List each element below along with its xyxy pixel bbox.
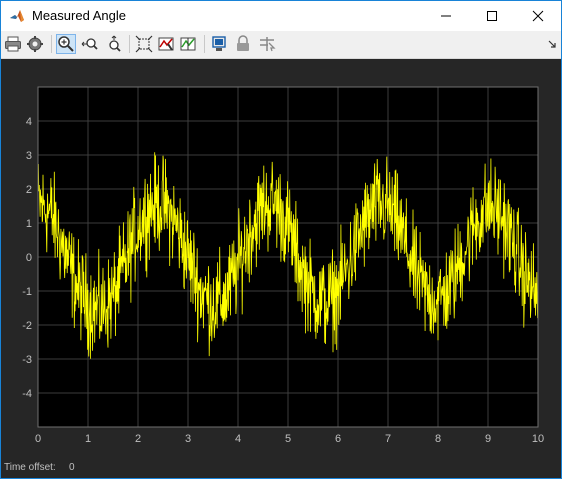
scope-plot[interactable]: 0 1 2 3 4 5 6 7 8 9 1043210-1-2-3-4 [1, 59, 561, 458]
signal-selector-icon [260, 37, 276, 52]
y-tick-label: 0 [26, 252, 32, 264]
y-tick-label: 2 [26, 184, 32, 196]
close-button[interactable] [515, 1, 561, 31]
y-tick-label: 3 [26, 150, 32, 162]
y-tick-label: 4 [26, 116, 32, 128]
zoom-x-icon [81, 38, 98, 50]
print-icon [5, 36, 21, 52]
maximize-icon [487, 11, 497, 21]
zoom-x-button[interactable] [80, 34, 100, 54]
zoom-y-icon [109, 35, 121, 52]
y-tick-label: -3 [22, 354, 32, 366]
minimize-icon [441, 15, 451, 17]
minimize-button[interactable] [423, 1, 469, 31]
y-tick-label: -2 [22, 320, 32, 332]
time-offset-value: 0 [69, 462, 75, 473]
triggers-icon [158, 37, 174, 51]
highlight-simulink-block-icon [212, 36, 226, 51]
signal-selector-button[interactable] [257, 34, 277, 54]
x-tick-label: 6 [335, 433, 341, 445]
x-tick-label: 4 [235, 433, 241, 445]
x-tick-label: 8 [435, 433, 441, 445]
close-icon [532, 10, 544, 22]
settings-button[interactable] [25, 34, 45, 54]
x-tick-label: 7 [385, 433, 391, 445]
x-tick-label: 9 [485, 433, 491, 445]
lock-button[interactable] [233, 34, 253, 54]
toolbar-separator [51, 35, 52, 53]
y-tick-label: 1 [26, 218, 32, 230]
scale-axes-button[interactable] [134, 34, 154, 54]
title-bar[interactable]: Measured Angle [1, 1, 561, 31]
toolbar [1, 31, 561, 59]
status-bar: Time offset: 0 [1, 458, 561, 478]
y-tick-label: -1 [22, 286, 32, 298]
highlight-simulink-block-button[interactable] [209, 34, 229, 54]
x-tick-label: 5 [285, 433, 291, 445]
scale-axes-icon [135, 35, 153, 53]
dock-arrow-icon [548, 40, 556, 48]
x-tick-label: 10 [532, 433, 544, 445]
window-title: Measured Angle [32, 8, 126, 23]
maximize-button[interactable] [469, 1, 515, 31]
x-tick-label: 3 [185, 433, 191, 445]
cursor-measurements-button[interactable] [178, 34, 198, 54]
print-button[interactable] [3, 34, 23, 54]
x-tick-label: 0 [35, 433, 41, 445]
toolbar-separator [129, 35, 130, 53]
triggers-button[interactable] [156, 34, 176, 54]
settings-icon [27, 36, 43, 52]
y-tick-label: -4 [22, 388, 32, 400]
x-tick-label: 2 [135, 433, 141, 445]
x-tick-label: 1 [85, 433, 91, 445]
lock-icon [237, 35, 249, 51]
cursor-measurements-icon [180, 37, 196, 51]
zoom-in-icon [58, 36, 74, 52]
scope-display: 0 1 2 3 4 5 6 7 8 9 10 4 3 2 1 0 -1 -2 -3 -4 [1, 59, 561, 478]
zoom-in-button[interactable] [56, 34, 76, 54]
time-offset-label: Time offset: [4, 462, 56, 473]
toolbar-dock-button[interactable] [545, 34, 559, 54]
scope-window: Measured Angle 0 1 2 3 4 5 6 7 8 9 10 4 … [0, 0, 562, 479]
zoom-y-button[interactable] [104, 34, 124, 54]
matlab-app-icon [9, 8, 25, 24]
toolbar-separator [204, 35, 205, 53]
